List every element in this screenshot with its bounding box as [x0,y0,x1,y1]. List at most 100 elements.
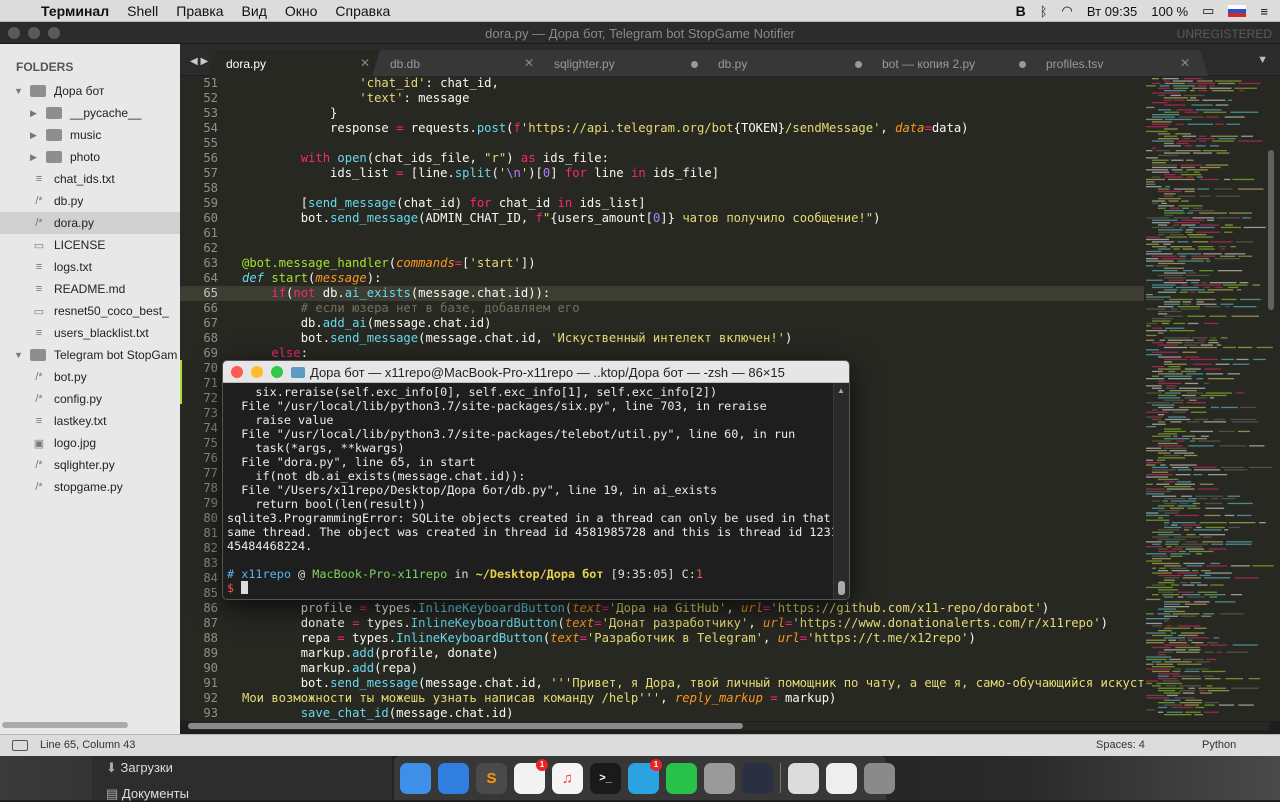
horizontal-scroll-thumb[interactable] [188,723,743,729]
sidebar-item[interactable]: /* sqlighter.py [0,454,180,476]
code-line[interactable]: 59 [send_message(chat_id) for chat_id in… [180,196,1144,211]
code-line[interactable]: 88 repa = types.InlineKeyboardButton(tex… [180,631,1144,646]
vk-icon[interactable]: В [1016,3,1026,19]
terminal-output[interactable]: six.reraise(self.exc_info[0], self.exc_i… [223,383,838,599]
code-line[interactable]: 55 [180,136,1144,151]
disclosure-closed-icon[interactable]: ▶ [30,130,40,141]
code-line[interactable]: 63 @bot.message_handler(commands=['start'… [180,256,1144,271]
tab[interactable]: sqlighter.py [536,50,716,76]
code-line[interactable]: 65 if(not db.ai_exists(message.chat.id))… [180,286,1144,301]
tab[interactable]: profiles.tsv ✕ [1028,50,1208,76]
menu-edit[interactable]: Правка [167,3,232,19]
tab[interactable]: db.db ✕ [372,50,552,76]
terminal-window[interactable]: Дора бот — x11repo@MacBook-Pro-x11repo —… [222,360,850,600]
code-line[interactable]: 91 bot.send_message(message.chat.id, '''… [180,676,1144,691]
sidebar-item[interactable]: /* stopgame.py [0,476,180,498]
horizontal-scrollbar[interactable] [188,722,1270,730]
disk-utility-icon[interactable] [704,762,735,794]
terminal-icon[interactable]: >_ [590,762,621,794]
terminal-zoom-button[interactable] [271,366,283,378]
sidebar-item[interactable]: ≡ users_blacklist.txt [0,322,180,344]
sidebar-item[interactable]: ▼ Дора бот [0,80,180,102]
wifi-icon[interactable]: ◠ [1062,3,1073,19]
unsaved-dot-icon[interactable] [691,61,698,68]
syntax-setting[interactable]: Python [1202,739,1236,751]
tab[interactable]: db.py [700,50,880,76]
app-menu[interactable]: Терминал [32,3,118,19]
sidebar-item[interactable]: ▣ logo.jpg [0,432,180,454]
menu-window[interactable]: Окно [276,3,327,19]
code-line[interactable]: 61 [180,226,1144,241]
finder-item-downloads[interactable]: ⬇ Загрузки [106,760,173,776]
sidebar-item[interactable]: ▭ LICENSE [0,234,180,256]
sidebar-item[interactable]: ▼ Telegram bot StopGam [0,344,180,366]
control-center-icon[interactable]: ≡ [1260,4,1268,19]
tab-close-icon[interactable]: ✕ [524,56,534,70]
code-line[interactable]: 69 else: [180,346,1144,361]
code-line[interactable]: 92 Мои возможности ты можешь узнать напис… [180,691,1144,706]
code-line[interactable]: 87 donate = types.InlineKeyboardButton(t… [180,616,1144,631]
disclosure-open-icon[interactable]: ▼ [14,350,24,360]
minimap[interactable] [1144,76,1280,721]
sidebar-item[interactable]: /* db.py [0,190,180,212]
unsaved-dot-icon[interactable] [1019,61,1026,68]
input-line[interactable]: $ [227,581,835,595]
menu-help[interactable]: Справка [326,3,399,19]
code-line[interactable]: 66 # если юзера нет в базе, добавляем ег… [180,301,1144,316]
input-source-flag-icon[interactable] [1228,5,1247,17]
sidebar-item[interactable]: ▶ photo [0,146,180,168]
code-line[interactable]: 89 markup.add(profile, donate) [180,646,1144,661]
code-line[interactable]: 68 bot.send_message(message.chat.id, 'Ис… [180,331,1144,346]
app-icon[interactable] [742,762,773,794]
sublime-text-icon[interactable]: S [476,762,507,794]
terminal-scrollbar[interactable]: ▲ [833,383,849,599]
reminders-icon[interactable]: 1 [514,758,548,794]
sidebar-item[interactable]: ▭ resnet50_coco_best_ [0,300,180,322]
telegram-icon[interactable]: 1 [628,758,662,794]
code-line[interactable]: 86 profile = types.InlineKeyboardButton(… [180,601,1144,616]
sidebar-scrollbar[interactable] [2,722,128,728]
tab[interactable]: dora.py ✕ [208,50,388,76]
sidebar-item[interactable]: ▶ __pycache__ [0,102,180,124]
terminal-scroll-thumb[interactable] [838,581,845,595]
disclosure-open-icon[interactable]: ▼ [14,86,24,96]
finder-icon[interactable] [400,762,431,794]
safari-icon[interactable] [438,762,469,794]
code-line[interactable]: 57 ids_list = [line.split('\n')[0] for l… [180,166,1144,181]
preview-icon[interactable] [788,762,819,794]
disclosure-closed-icon[interactable]: ▶ [30,152,40,163]
code-line[interactable]: 60 bot.send_message(ADMIN_CHAT_ID, f"{us… [180,211,1144,226]
scroll-up-icon[interactable]: ▲ [837,386,845,395]
code-line[interactable]: 67 db.add_ai(message.chat.id) [180,316,1144,331]
code-line[interactable]: 53 } [180,106,1144,121]
tab[interactable]: bot — копия 2.py [864,50,1044,76]
sidebar-item[interactable]: /* config.py [0,388,180,410]
code-line[interactable]: 62 [180,241,1144,256]
code-line[interactable]: 93 save_chat_id(message.chat.id) [180,706,1144,721]
terminal-close-button[interactable] [231,366,243,378]
menu-shell[interactable]: Shell [118,3,167,19]
sidebar-item[interactable]: /* dora.py [0,212,180,234]
bluetooth-icon[interactable]: ᛒ [1040,4,1048,19]
code-line[interactable]: 51 'chat_id': chat_id, [180,76,1144,91]
code-line[interactable]: 54 response = requests.post(f'https://ap… [180,121,1144,136]
sidebar-item[interactable]: ≡ README.md [0,278,180,300]
sidebar-item[interactable]: /* bot.py [0,366,180,388]
tab-nav-arrows-icon[interactable]: ◀ ▶ [190,56,208,67]
sidebar-item[interactable]: ≡ chat_ids.txt [0,168,180,190]
code-line[interactable]: 90 markup.add(repa) [180,661,1144,676]
code-line[interactable]: 64 def start(message): [180,271,1144,286]
menu-view[interactable]: Вид [233,3,276,19]
code-line[interactable]: 56 with open(chat_ids_file, "r") as ids_… [180,151,1144,166]
tab-close-icon[interactable]: ✕ [1180,56,1190,70]
activity-icon[interactable] [826,762,857,794]
code-line[interactable]: 58 [180,181,1144,196]
sidebar-item[interactable]: ≡ lastkey.txt [0,410,180,432]
sidebar-item[interactable]: ≡ logs.txt [0,256,180,278]
trash-icon[interactable] [864,762,895,794]
tab-menu-icon[interactable]: ▼ [1257,54,1268,66]
editor-scrollbar[interactable] [1268,150,1274,310]
battery-icon[interactable]: ▭ [1202,3,1214,19]
battery-percent[interactable]: 100 % [1151,4,1188,19]
unsaved-dot-icon[interactable] [855,61,862,68]
